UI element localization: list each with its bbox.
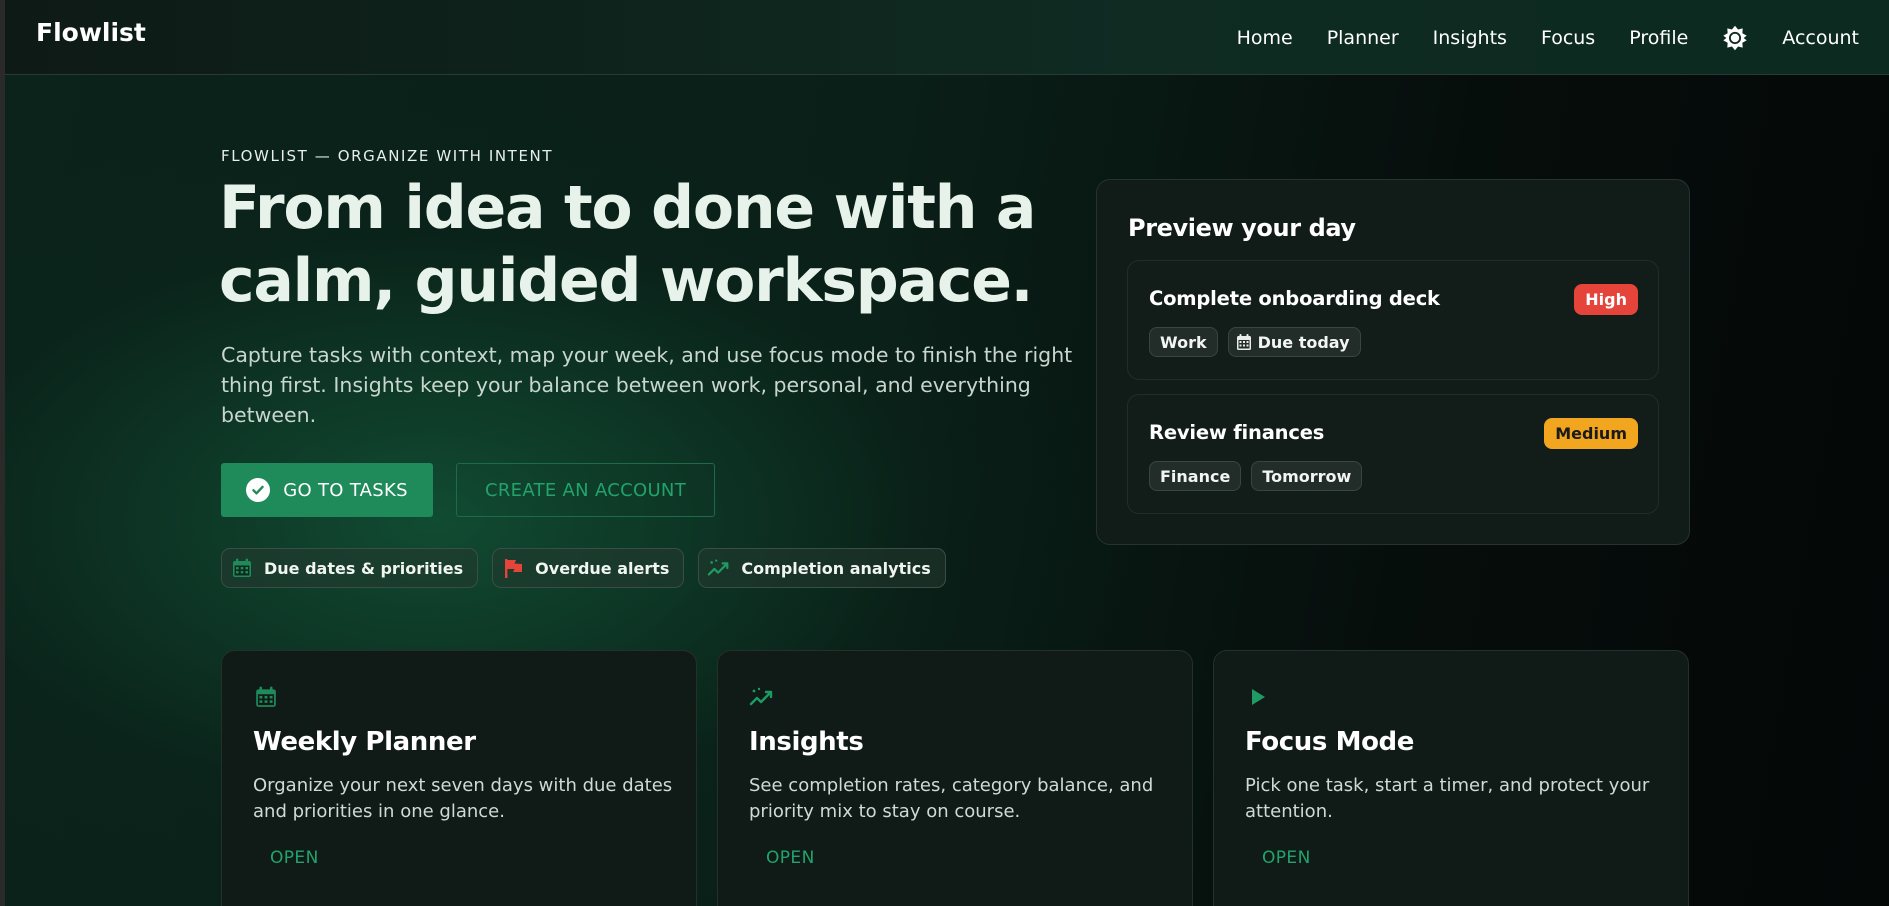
hero-headline: From idea to done with a calm, guided wo… bbox=[219, 172, 1079, 318]
task-tags: Work Due today bbox=[1149, 327, 1371, 357]
check-circle-icon bbox=[246, 478, 271, 502]
preview-task-card[interactable]: Review finances Medium Finance Tomorrow bbox=[1127, 394, 1659, 514]
priority-badge-medium: Medium bbox=[1544, 418, 1638, 449]
preview-task-card[interactable]: Complete onboarding deck High Work Due t… bbox=[1127, 260, 1659, 380]
calendar-icon bbox=[230, 556, 254, 580]
top-nav: Flowlist Home Planner Insights Focus Pro… bbox=[5, 0, 1889, 75]
headline-line-2: calm, guided workspace. bbox=[219, 246, 1033, 316]
open-insights-link[interactable]: OPEN bbox=[766, 848, 815, 868]
chip-label: Overdue alerts bbox=[535, 558, 670, 578]
chip-completion-analytics: Completion analytics bbox=[698, 548, 946, 588]
card-title: Focus Mode bbox=[1245, 727, 1414, 757]
nav-links: Home Planner Insights Focus Profile Acco… bbox=[1237, 0, 1859, 75]
preview-title: Preview your day bbox=[1128, 214, 1356, 242]
hero-eyebrow: FLOWLIST — ORGANIZE WITH INTENT bbox=[221, 147, 554, 165]
tag-category: Work bbox=[1149, 327, 1218, 357]
theme-toggle-button[interactable] bbox=[1720, 23, 1750, 53]
brand-logo[interactable]: Flowlist bbox=[36, 18, 146, 47]
card-description: Organize your next seven days with due d… bbox=[253, 775, 673, 822]
go-to-tasks-label: GO TO TASKS bbox=[283, 479, 408, 501]
create-account-button[interactable]: CREATE AN ACCOUNT bbox=[456, 463, 715, 517]
card-title: Insights bbox=[749, 727, 864, 757]
nav-home[interactable]: Home bbox=[1237, 27, 1293, 49]
task-title: Review finances bbox=[1149, 421, 1325, 444]
hero-description: Capture tasks with context, map your wee… bbox=[221, 343, 1073, 427]
card-description: Pick one task, start a timer, and protec… bbox=[1245, 775, 1650, 822]
task-tags: Finance Tomorrow bbox=[1149, 461, 1372, 491]
preview-panel: Preview your day Complete onboarding dec… bbox=[1096, 179, 1690, 545]
tag-label: Due today bbox=[1257, 332, 1350, 352]
trending-icon bbox=[707, 556, 731, 580]
feature-card-weekly-planner: Weekly Planner Organize your next seven … bbox=[221, 650, 697, 906]
chip-due-dates: Due dates & priorities bbox=[221, 548, 479, 588]
nav-account[interactable]: Account bbox=[1782, 27, 1859, 49]
chip-label: Due dates & priorities bbox=[264, 558, 464, 578]
play-icon bbox=[1245, 684, 1271, 710]
tag-due: Tomorrow bbox=[1251, 461, 1363, 491]
nav-insights[interactable]: Insights bbox=[1433, 27, 1507, 49]
chip-label: Completion analytics bbox=[741, 558, 931, 578]
trending-icon bbox=[749, 684, 775, 710]
priority-badge-high: High bbox=[1574, 284, 1638, 315]
go-to-tasks-button[interactable]: GO TO TASKS bbox=[221, 463, 433, 517]
feature-chips: Due dates & priorities Overdue alerts Co… bbox=[221, 548, 960, 588]
open-focus-mode-link[interactable]: OPEN bbox=[1262, 848, 1311, 868]
calendar-icon bbox=[253, 684, 279, 710]
chip-overdue-alerts: Overdue alerts bbox=[492, 548, 685, 588]
nav-profile[interactable]: Profile bbox=[1629, 27, 1688, 49]
task-title: Complete onboarding deck bbox=[1149, 287, 1440, 310]
open-weekly-planner-link[interactable]: OPEN bbox=[270, 848, 319, 868]
tag-category: Finance bbox=[1149, 461, 1242, 491]
headline-line-1: From idea to done with a bbox=[219, 173, 1036, 243]
tag-due: Due today bbox=[1227, 327, 1361, 357]
nav-planner[interactable]: Planner bbox=[1327, 27, 1399, 49]
calendar-icon bbox=[1236, 333, 1252, 351]
app-frame: Flowlist Home Planner Insights Focus Pro… bbox=[0, 0, 1889, 906]
card-description: See completion rates, category balance, … bbox=[749, 775, 1154, 822]
card-title: Weekly Planner bbox=[253, 727, 476, 757]
feature-card-insights: Insights See completion rates, category … bbox=[717, 650, 1193, 906]
feature-card-focus-mode: Focus Mode Pick one task, start a timer,… bbox=[1213, 650, 1689, 906]
flag-icon bbox=[501, 556, 525, 580]
brightness-icon bbox=[1723, 25, 1747, 50]
nav-focus[interactable]: Focus bbox=[1541, 27, 1595, 49]
